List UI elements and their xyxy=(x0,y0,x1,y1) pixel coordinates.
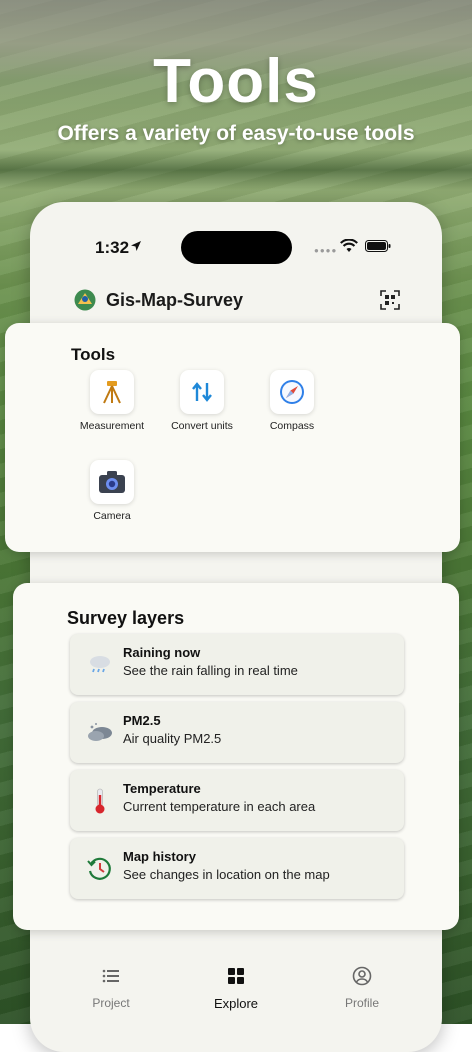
grid-icon xyxy=(228,968,244,984)
history-clock-icon xyxy=(87,857,111,880)
hero-title: Tools xyxy=(153,47,319,116)
tool-measurement[interactable]: Measurement xyxy=(62,370,162,432)
layer-description: Current temperature in each area xyxy=(123,799,316,814)
app-title: Gis-Map-Survey xyxy=(106,290,244,310)
survey-heading: Survey layers xyxy=(67,608,185,628)
tools-card: Tools Measurement Convert units Compass … xyxy=(5,323,460,552)
tool-label: Convert units xyxy=(171,420,233,432)
tool-compass[interactable]: Compass xyxy=(242,370,342,432)
layer-raining-now[interactable]: Raining now See the rain falling in real… xyxy=(70,634,404,695)
tool-label: Compass xyxy=(269,420,315,432)
tab-bar: Project Explore Profile xyxy=(30,952,442,1024)
location-arrow-icon xyxy=(131,241,141,251)
tool-label: Camera xyxy=(93,510,131,522)
map-pin-logo-icon xyxy=(74,289,96,311)
layer-pm25[interactable]: PM2.5 Air quality PM2.5 xyxy=(70,702,404,763)
compass-icon xyxy=(270,370,314,414)
layer-description: Air quality PM2.5 xyxy=(123,731,222,746)
tools-heading: Tools xyxy=(71,345,116,364)
tab-label: Profile xyxy=(344,996,379,1010)
layer-title: Map history xyxy=(123,849,196,864)
signal-dots-icon: ●●●● xyxy=(314,246,338,255)
smog-icon xyxy=(88,723,112,741)
camera-icon xyxy=(90,460,134,504)
tab-project[interactable]: Project xyxy=(51,952,171,1010)
layer-title: Temperature xyxy=(123,781,201,796)
convert-arrows-icon xyxy=(180,370,224,414)
layer-temperature[interactable]: Temperature Current temperature in each … xyxy=(70,770,404,831)
tab-label: Explore xyxy=(213,996,259,1011)
wifi-icon xyxy=(340,239,358,252)
tab-label: Project xyxy=(92,996,130,1010)
layer-map-history[interactable]: Map history See changes in location on t… xyxy=(70,838,404,899)
list-icon xyxy=(102,969,119,983)
survey-layers-card: Survey layers Raining now See the rain f… xyxy=(13,583,459,930)
layer-description: See changes in location on the map xyxy=(123,867,330,882)
surveyor-tripod-icon xyxy=(90,370,134,414)
tool-convert-units[interactable]: Convert units xyxy=(152,370,252,432)
tab-profile[interactable]: Profile xyxy=(302,952,422,1010)
layer-title: PM2.5 xyxy=(123,713,161,728)
layer-description: See the rain falling in real time xyxy=(123,663,298,678)
tab-explore[interactable]: Explore xyxy=(176,952,296,1011)
tool-camera[interactable]: Camera xyxy=(62,460,162,522)
rain-cloud-icon xyxy=(90,656,110,673)
status-time: 1:32 xyxy=(95,238,130,257)
dynamic-island xyxy=(181,231,292,264)
layer-title: Raining now xyxy=(123,645,201,660)
tree-line xyxy=(0,150,472,190)
qr-scan-icon[interactable] xyxy=(380,290,400,310)
tool-label: Measurement xyxy=(79,420,145,432)
battery-icon xyxy=(365,240,391,252)
profile-icon xyxy=(352,966,372,986)
hero-subtitle: Offers a variety of easy-to-use tools xyxy=(57,122,415,145)
thermometer-icon xyxy=(95,788,105,814)
